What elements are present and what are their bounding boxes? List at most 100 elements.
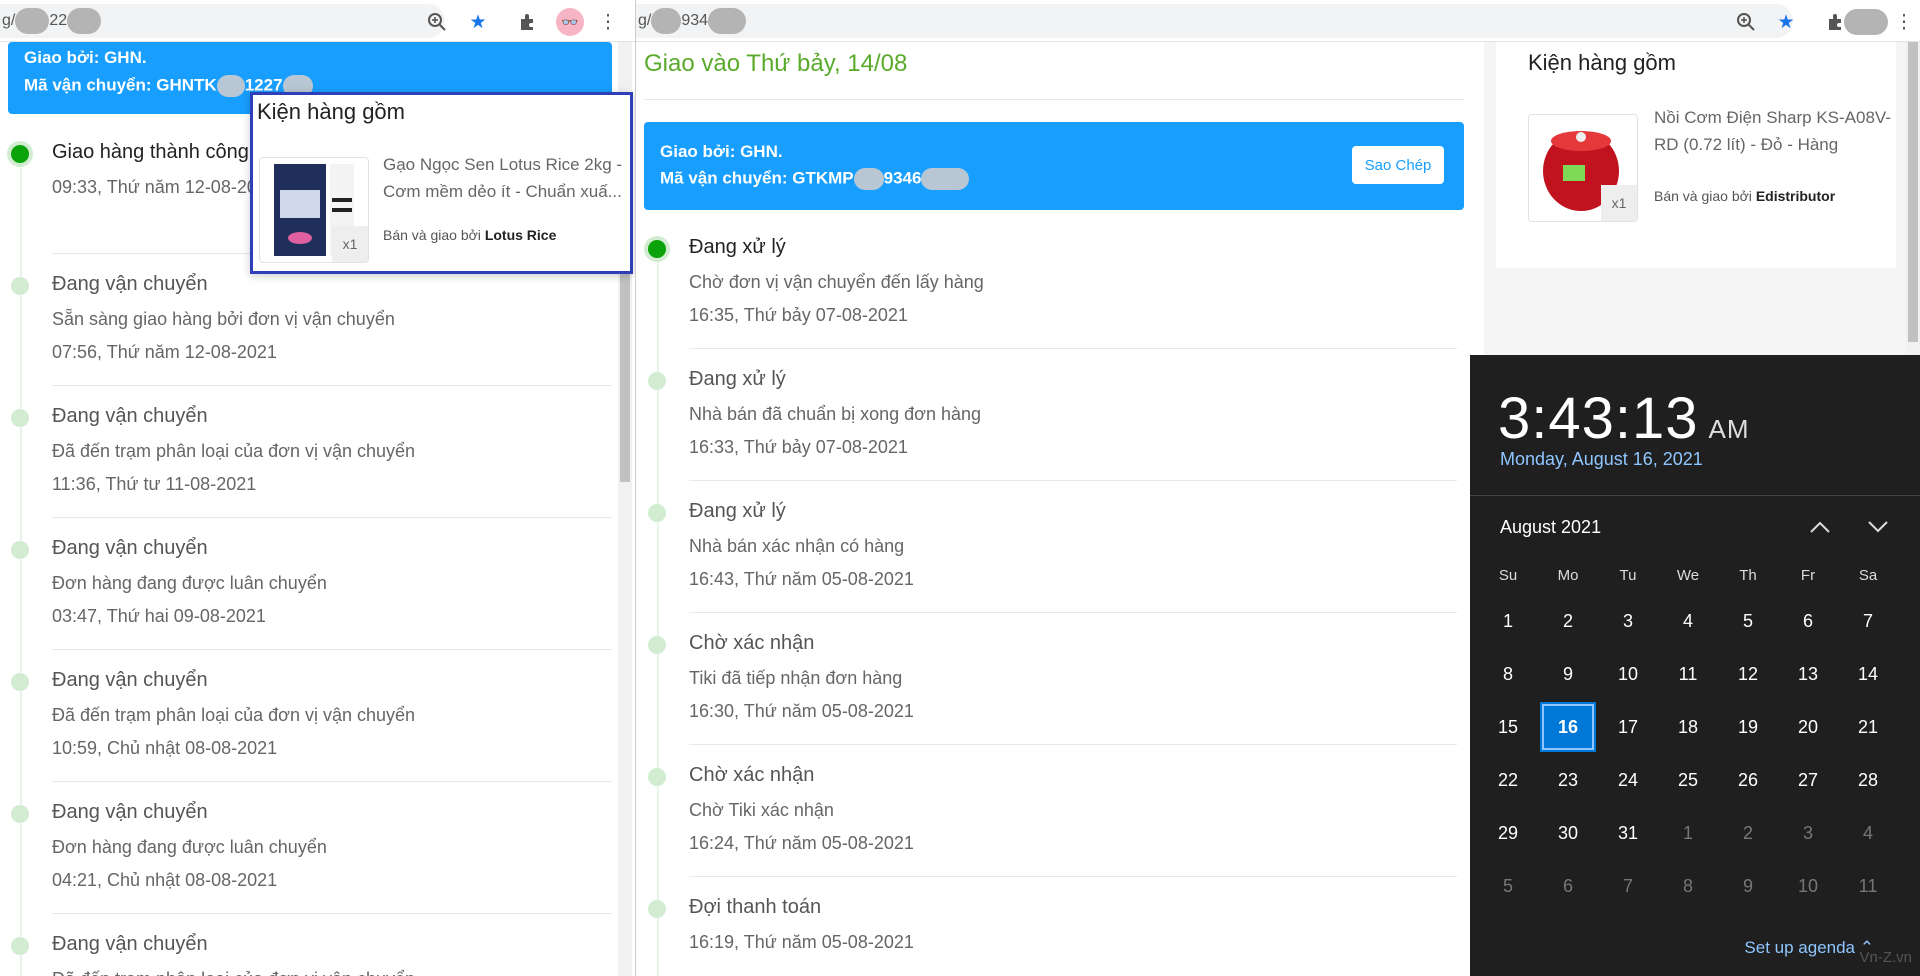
calendar-day[interactable]: 2 — [1722, 810, 1774, 856]
star-icon[interactable]: ★ — [466, 10, 490, 34]
calendar-day[interactable]: 22 — [1482, 757, 1534, 803]
calendar-day[interactable]: 4 — [1662, 598, 1714, 644]
timeline-status: Đợi thanh toán — [689, 896, 822, 918]
calendar-day[interactable]: 16 — [1540, 702, 1596, 752]
timeline-status: Đang vận chuyển — [52, 405, 208, 427]
kebab-menu-icon[interactable]: ⋮ — [596, 10, 620, 34]
calendar-day[interactable]: 5 — [1722, 598, 1774, 644]
calendar-day[interactable]: 7 — [1602, 863, 1654, 909]
timeline-dot — [648, 768, 666, 786]
calendar-day[interactable]: 2 — [1542, 598, 1594, 644]
seller-name[interactable]: Lotus Rice — [485, 227, 557, 243]
package-sidebar: Kiện hàng gồm x1 Nồi Cơm Điện Sharp KS-A… — [1484, 42, 1920, 355]
calendar-day[interactable]: 3 — [1782, 810, 1834, 856]
calendar-day[interactable]: 4 — [1842, 810, 1894, 856]
zoom-icon[interactable] — [1734, 10, 1758, 34]
date-link[interactable]: Monday, August 16, 2021 — [1500, 449, 1703, 470]
timeline-status: Đang vận chuyển — [52, 537, 208, 559]
timeline-status: Đang xử lý — [689, 368, 786, 390]
calendar-day[interactable]: 12 — [1722, 651, 1774, 697]
setup-agenda-link[interactable]: Set up agenda ⌃ — [1744, 938, 1874, 958]
calendar-day[interactable]: 18 — [1662, 704, 1714, 750]
calendar-day[interactable]: 31 — [1602, 810, 1654, 856]
calendar-day[interactable]: 30 — [1542, 810, 1594, 856]
kebab-menu-icon[interactable]: ⋮ — [1892, 10, 1916, 34]
timeline-time: 16:30, Thứ năm 05-08-2021 — [689, 701, 914, 721]
timeline-dot — [11, 673, 29, 691]
month-label[interactable]: August 2021 — [1500, 517, 1601, 538]
package-card: Kiện hàng gồm x1 Nồi Cơm Điện Sharp KS-A… — [1496, 42, 1896, 268]
calendar-day[interactable]: 1 — [1662, 810, 1714, 856]
timeline-dot — [11, 937, 29, 955]
calendar-day[interactable]: 24 — [1602, 757, 1654, 803]
calendar-day[interactable]: 6 — [1542, 863, 1594, 909]
calendar-day[interactable]: 20 — [1782, 704, 1834, 750]
divider — [52, 781, 612, 782]
timeline-dot — [648, 372, 666, 390]
calendar-day[interactable]: 19 — [1722, 704, 1774, 750]
calendar-day[interactable]: 9 — [1722, 863, 1774, 909]
scroll-thumb[interactable] — [1908, 42, 1918, 342]
left-url-mid: 22 — [49, 12, 68, 29]
timeline-status: Giao hàng thành công — [52, 141, 249, 163]
left-address-bar[interactable]: g/22 — [0, 4, 445, 38]
timeline-status: Chờ xác nhận — [689, 632, 815, 654]
calendar-day[interactable]: 10 — [1782, 863, 1834, 909]
quantity-badge: x1 — [332, 226, 368, 262]
product-image[interactable]: x1 — [259, 157, 369, 263]
timeline-description: Chờ đơn vị vận chuyển đến lấy hàng — [689, 272, 984, 292]
banner-carrier: Giao bởi: GHN. — [660, 142, 783, 161]
calendar-day[interactable]: 7 — [1842, 598, 1894, 644]
calendar-day[interactable]: 8 — [1482, 651, 1534, 697]
calendar-day[interactable]: 9 — [1542, 651, 1594, 697]
calendar-day[interactable]: 11 — [1842, 863, 1894, 909]
calendar-day[interactable]: 8 — [1662, 863, 1714, 909]
url-redaction — [651, 7, 682, 34]
calendar-day[interactable]: 3 — [1602, 598, 1654, 644]
calendar-day[interactable]: 17 — [1602, 704, 1654, 750]
timeline-dot — [11, 277, 29, 295]
calendar-day[interactable]: 23 — [1542, 757, 1594, 803]
scroll-thumb[interactable] — [620, 272, 630, 482]
chevron-up-icon[interactable] — [1802, 512, 1838, 542]
calendar-day[interactable]: 21 — [1842, 704, 1894, 750]
calendar-day[interactable]: 27 — [1782, 757, 1834, 803]
product-name[interactable]: Nồi Cơm Điện Sharp KS-A08V-RD (0.72 lít)… — [1654, 104, 1894, 160]
avatar-icon[interactable] — [1844, 9, 1888, 35]
timeline-dot — [11, 409, 29, 427]
divider — [689, 744, 1457, 745]
copy-button[interactable]: Sao Chép — [1352, 146, 1444, 184]
calendar-day[interactable]: 28 — [1842, 757, 1894, 803]
calendar-day[interactable]: 6 — [1782, 598, 1834, 644]
seller-name[interactable]: Edistributor — [1756, 188, 1835, 204]
timeline-status: Đang vận chuyển — [52, 273, 208, 295]
calendar-day[interactable]: 26 — [1722, 757, 1774, 803]
right-scrollbar[interactable] — [1906, 42, 1920, 355]
calendar-flyout: 3:43:13 AM Monday, August 16, 2021 August… — [1470, 355, 1920, 976]
product-name[interactable]: Gạo Ngọc Sen Lotus Rice 2kg - Cơm mềm dẻ… — [383, 151, 631, 207]
right-address-bar[interactable]: g/934 — [636, 4, 1793, 38]
calendar-day[interactable]: 13 — [1782, 651, 1834, 697]
right-timeline: Đang xử lý Chờ đơn vị vận chuyển đến lấy … — [636, 228, 1466, 976]
calendar-day[interactable]: 29 — [1482, 810, 1534, 856]
calendar-day[interactable]: 25 — [1662, 757, 1714, 803]
timeline-dot — [648, 900, 666, 918]
calendar-day[interactable]: 11 — [1662, 651, 1714, 697]
calendar-day[interactable]: 10 — [1602, 651, 1654, 697]
zoom-icon[interactable] — [425, 10, 449, 34]
timeline-description: Đã đến trạm phân loại của đơn vị vận chu… — [52, 705, 416, 725]
calendar-day[interactable]: 1 — [1482, 598, 1534, 644]
left-url-prefix: g/ — [2, 12, 16, 29]
timeline-dot — [11, 145, 29, 163]
puzzle-icon[interactable] — [516, 10, 540, 34]
timeline-description: Chờ Tiki xác nhận — [689, 800, 834, 820]
calendar-day[interactable]: 15 — [1482, 704, 1534, 750]
calendar-day[interactable]: 5 — [1482, 863, 1534, 909]
calendar-day[interactable]: 14 — [1842, 651, 1894, 697]
star-icon[interactable]: ★ — [1774, 10, 1798, 34]
avatar-icon[interactable]: 👓 — [556, 8, 584, 36]
url-redaction — [15, 7, 50, 34]
divider — [689, 612, 1457, 613]
chevron-down-icon[interactable] — [1860, 512, 1896, 542]
product-image[interactable]: x1 — [1528, 114, 1638, 222]
